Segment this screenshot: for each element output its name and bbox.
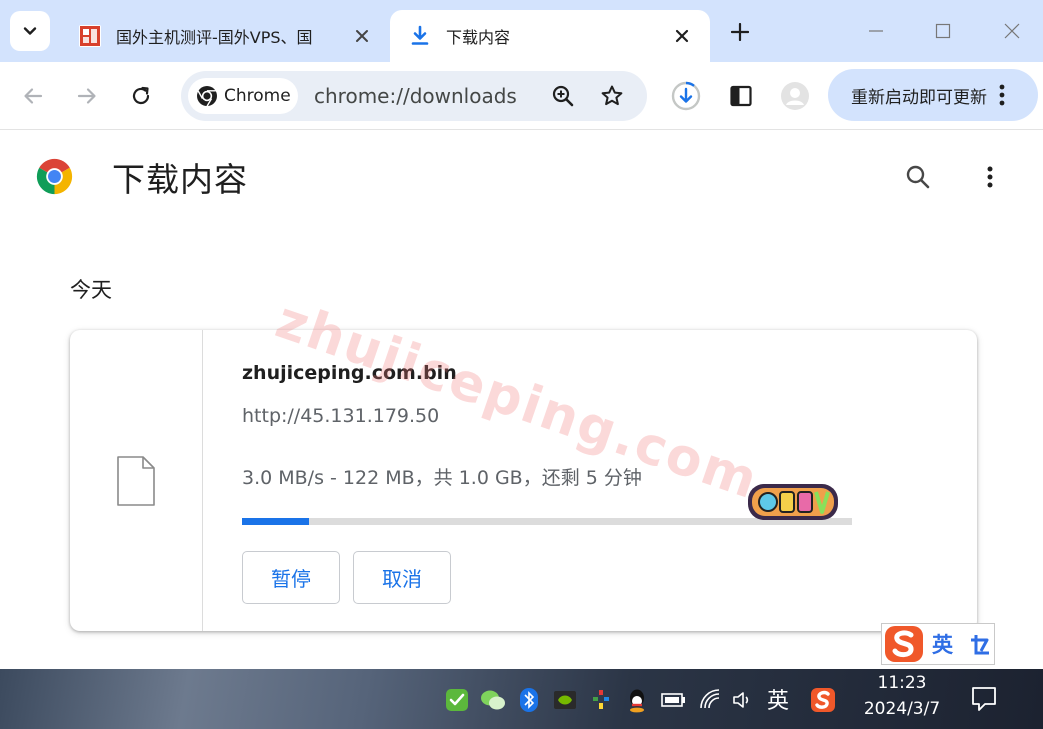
search-icon — [906, 165, 930, 189]
more-vert-icon — [987, 166, 993, 188]
network-icon[interactable] — [660, 687, 686, 713]
tab-downloads[interactable]: 下载内容 — [390, 10, 710, 62]
site-favicon-icon — [79, 25, 101, 47]
reload-button[interactable] — [123, 78, 159, 114]
tab-close-button[interactable] — [672, 26, 692, 46]
side-panel-icon — [730, 85, 752, 107]
qq-icon[interactable] — [624, 687, 650, 713]
security-check-icon[interactable] — [444, 687, 470, 713]
minimize-button[interactable] — [856, 15, 896, 47]
clock-date: 2024/3/7 — [863, 699, 941, 719]
input-language-label[interactable]: 英 — [767, 683, 789, 715]
url-text[interactable]: chrome://downloads — [314, 84, 517, 108]
tab-search-button[interactable] — [10, 11, 50, 51]
sogou-logo-icon — [882, 623, 926, 665]
download-progress-icon — [671, 81, 701, 111]
sogou-tray-icon[interactable] — [810, 687, 836, 713]
profile-button[interactable] — [777, 78, 813, 114]
minimize-icon — [869, 30, 883, 32]
star-icon — [601, 85, 623, 106]
site-info-chip[interactable]: Chrome — [188, 78, 298, 114]
ime-mode-label[interactable]: 英 — [932, 629, 953, 659]
system-clock[interactable]: 11:23 2024/3/7 — [858, 673, 946, 719]
taskbar: 英 11:23 2024/3/7 — [0, 669, 1043, 729]
forward-button[interactable] — [69, 78, 105, 114]
plus-icon — [731, 23, 749, 41]
relaunch-update-button[interactable]: 重新启动即可更新 — [828, 69, 1038, 121]
address-bar[interactable]: Chrome chrome://downloads — [181, 71, 647, 121]
downloads-button[interactable] — [668, 78, 704, 114]
sticker-logo-icon — [748, 484, 838, 520]
update-label: 重新启动即可更新 — [851, 87, 987, 108]
close-icon — [675, 29, 689, 43]
tab-title: 国外主机测评-国外VPS、国 — [116, 28, 313, 47]
zoom-button[interactable] — [550, 83, 576, 109]
chevron-down-icon — [23, 27, 37, 35]
wifi-icon[interactable] — [698, 687, 724, 713]
maximize-button[interactable] — [923, 15, 963, 47]
wechat-icon[interactable] — [480, 687, 506, 713]
file-icon — [117, 455, 155, 506]
pause-button[interactable]: 暂停 — [242, 551, 340, 604]
close-icon — [356, 30, 368, 42]
chrome-logo-icon — [36, 158, 73, 195]
back-button[interactable] — [15, 78, 51, 114]
progress-fill — [242, 518, 310, 525]
chip-label: Chrome — [224, 86, 291, 106]
more-vert-icon — [999, 84, 1005, 106]
clock-time: 11:23 — [877, 673, 927, 693]
tab-title: 下载内容 — [446, 28, 511, 47]
more-actions-button[interactable] — [972, 159, 1008, 195]
downloads-header: 下载内容 — [0, 131, 1043, 221]
cancel-button[interactable]: 取消 — [353, 551, 451, 604]
close-icon — [1004, 23, 1020, 39]
zoom-in-icon — [552, 85, 574, 107]
page-title: 下载内容 — [112, 160, 248, 199]
tab-zhujiceping[interactable]: 国外主机测评-国外VPS、国 — [60, 10, 390, 62]
reload-icon — [132, 86, 150, 105]
maximize-icon — [935, 23, 951, 39]
arrow-right-icon — [77, 88, 96, 104]
notification-icon[interactable] — [970, 685, 998, 713]
volume-icon[interactable] — [730, 687, 756, 713]
new-tab-button[interactable] — [724, 16, 756, 48]
download-status: 3.0 MB/s - 122 MB，共 1.0 GB，还剩 5 分钟 — [242, 467, 642, 489]
file-icon-column — [70, 330, 203, 631]
close-window-button[interactable] — [992, 15, 1032, 47]
tab-close-button[interactable] — [352, 26, 372, 46]
nvidia-icon[interactable] — [552, 687, 578, 713]
half-width-icon[interactable] — [967, 631, 993, 657]
file-source-link[interactable]: http://45.131.179.50 — [242, 405, 439, 427]
ime-toolbar[interactable]: 英 — [881, 623, 995, 665]
avatar-icon — [781, 82, 809, 110]
bookmark-button[interactable] — [599, 83, 625, 109]
bluetooth-icon[interactable] — [516, 687, 542, 713]
chrome-icon — [197, 86, 217, 107]
side-panel-button[interactable] — [723, 78, 759, 114]
search-downloads-button[interactable] — [900, 159, 936, 195]
toolbar: Chrome chrome://downloads 重新启动即可更新 — [0, 62, 1043, 130]
date-section-label: 今天 — [70, 278, 112, 302]
arrow-left-icon — [24, 88, 43, 104]
tab-strip: 国外主机测评-国外VPS、国 下载内容 — [0, 0, 1043, 62]
color-app-icon[interactable] — [588, 687, 614, 713]
download-icon — [411, 25, 429, 45]
